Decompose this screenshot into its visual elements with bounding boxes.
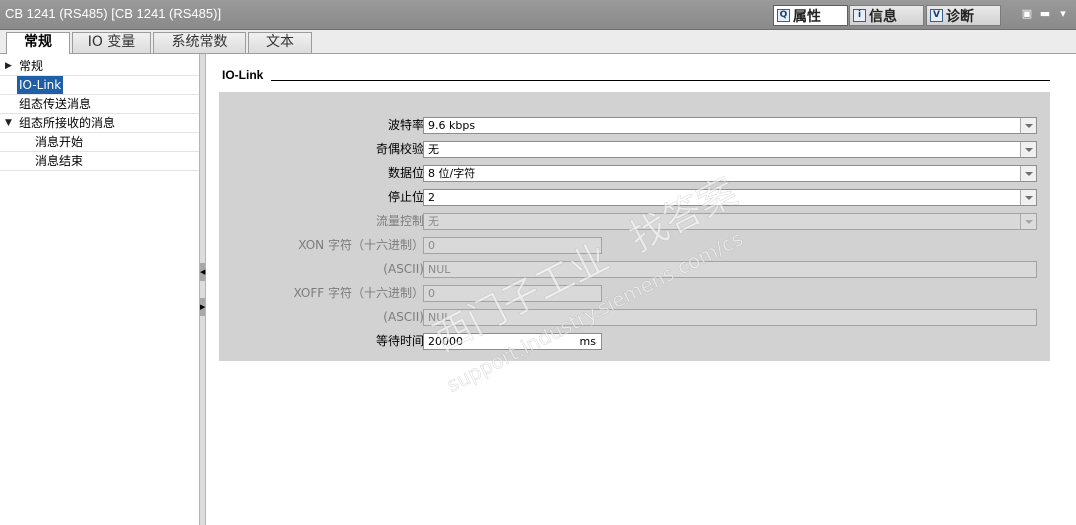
wait-time-label: 等待时间: (375, 334, 428, 348)
flow-control-row: 流量控制: 无 (219, 213, 1050, 230)
wait-time-unit: ms (579, 335, 596, 348)
xoff-ascii-field: NUL (423, 309, 1037, 326)
menu-dropdown-icon[interactable]: ▾ (1056, 8, 1070, 20)
tab-info-label: 信息 (869, 8, 897, 25)
collapse-left-arrow-icon[interactable]: ◀ (200, 263, 205, 281)
property-tab-bar: 常规 IO 变量 系统常数 文本 (0, 30, 1076, 55)
nav-item-receive-messages[interactable]: ▼ 组态所接收的消息 (0, 114, 199, 133)
flow-control-dropdown: 无 (423, 213, 1037, 230)
nav-item-io-link[interactable]: IO-Link (0, 76, 199, 95)
expand-caret-icon[interactable]: ▶ (5, 57, 12, 75)
nav-item-label: 组态传送消息 (19, 97, 92, 111)
baud-rate-value: 9.6 kbps (428, 119, 476, 132)
tab-diagnostics-label: 诊断 (946, 8, 974, 25)
stop-bits-value: 2 (428, 191, 435, 204)
xoff-ascii-label: (ASCII): (383, 310, 428, 324)
xon-hex-row: XON 字符（十六进制）: 0 (219, 237, 1050, 254)
nav-item-message-start[interactable]: 消息开始 (0, 133, 199, 152)
section-divider (222, 80, 1050, 81)
properties-icon: Q (777, 9, 790, 22)
stop-bits-dropdown[interactable]: 2 (423, 189, 1037, 206)
title-bar: CB 1241 (RS485) [CB 1241 (RS485)] Q 属性 i… (0, 0, 1076, 30)
xon-ascii-field: NUL (423, 261, 1037, 278)
tab-properties-label: 属性 (793, 8, 821, 25)
flow-control-label: 流量控制: (375, 214, 428, 228)
wait-time-input[interactable]: 20000 ms (423, 333, 602, 350)
info-icon: i (853, 9, 866, 22)
baud-rate-row: 波特率: 9.6 kbps (219, 117, 1050, 134)
tab-texts[interactable]: 文本 (248, 32, 312, 53)
nav-item-message-end[interactable]: 消息结束 (0, 152, 199, 171)
data-bits-label: 数据位: (387, 166, 428, 180)
parity-dropdown[interactable]: 无 (423, 141, 1037, 158)
expand-right-arrow-icon[interactable]: ▶ (200, 298, 205, 316)
tab-diagnostics[interactable]: V 诊断 (926, 5, 1001, 26)
chevron-down-icon[interactable] (1020, 190, 1036, 205)
chevron-down-icon[interactable] (1020, 166, 1036, 181)
xon-hex-field: 0 (423, 237, 602, 254)
collapse-caret-icon[interactable]: ▼ (5, 114, 12, 132)
xoff-hex-label: XOFF 字符（十六进制）: (293, 286, 428, 300)
window-title: CB 1241 (RS485) [CB 1241 (RS485)] (5, 6, 222, 21)
flow-control-value: 无 (428, 215, 439, 228)
nav-item-label: 消息开始 (35, 135, 84, 149)
xon-hex-label: XON 字符（十六进制）: (298, 238, 428, 252)
xoff-hex-field: 0 (423, 285, 602, 302)
stop-bits-row: 停止位: 2 (219, 189, 1050, 206)
xoff-ascii-row: (ASCII): NUL (219, 309, 1050, 326)
xon-ascii-label: (ASCII): (383, 262, 428, 276)
io-link-settings-panel: 波特率: 9.6 kbps 奇偶校验: 无 数据位: 8 位/字符 停止位: 2… (219, 92, 1050, 361)
tab-system-constants[interactable]: 系统常数 (153, 32, 246, 53)
nav-item-label: 组态所接收的消息 (19, 116, 116, 130)
chevron-down-icon[interactable] (1020, 118, 1036, 133)
chevron-down-icon[interactable] (1020, 142, 1036, 157)
parity-label: 奇偶校验: (375, 142, 428, 156)
baud-rate-label: 波特率: (387, 118, 428, 132)
nav-item-label: 常规 (19, 59, 44, 73)
diagnostics-icon: V (930, 9, 943, 22)
tab-io-tags[interactable]: IO 变量 (72, 32, 151, 53)
nav-item-label: IO-Link (17, 76, 64, 94)
window-controls: ▣ ▬ ▾ (1020, 8, 1070, 20)
minimize-icon[interactable]: ▬ (1038, 8, 1052, 20)
chevron-down-icon (1020, 214, 1036, 229)
section-title: IO-Link (222, 68, 272, 82)
navigation-tree: ▶ 常规 IO-Link 组态传送消息 ▼ 组态所接收的消息 消息开始 消息结束 (0, 54, 200, 525)
stop-bits-label: 停止位: (387, 190, 428, 204)
wait-time-row: 等待时间: 20000 ms (219, 333, 1050, 350)
tab-properties[interactable]: Q 属性 (773, 5, 848, 26)
wait-time-value: 20000 (428, 335, 463, 348)
data-bits-value: 8 位/字符 (428, 167, 476, 180)
nav-item-general[interactable]: ▶ 常规 (0, 57, 199, 76)
parity-value: 无 (428, 143, 439, 156)
nav-item-label: 消息结束 (35, 154, 84, 168)
float-window-icon[interactable]: ▣ (1020, 8, 1034, 20)
tab-general[interactable]: 常规 (6, 32, 70, 55)
xoff-hex-row: XOFF 字符（十六进制）: 0 (219, 285, 1050, 302)
data-bits-dropdown[interactable]: 8 位/字符 (423, 165, 1037, 182)
nav-item-transmit-messages[interactable]: 组态传送消息 (0, 95, 199, 114)
content-area: IO-Link 波特率: 9.6 kbps 奇偶校验: 无 数据位: 8 位/字… (207, 54, 1076, 525)
panel-splitter[interactable]: ◀ ▶ (199, 54, 206, 525)
tab-info[interactable]: i 信息 (849, 5, 924, 26)
data-bits-row: 数据位: 8 位/字符 (219, 165, 1050, 182)
xon-ascii-row: (ASCII): NUL (219, 261, 1050, 278)
parity-row: 奇偶校验: 无 (219, 141, 1050, 158)
baud-rate-dropdown[interactable]: 9.6 kbps (423, 117, 1037, 134)
